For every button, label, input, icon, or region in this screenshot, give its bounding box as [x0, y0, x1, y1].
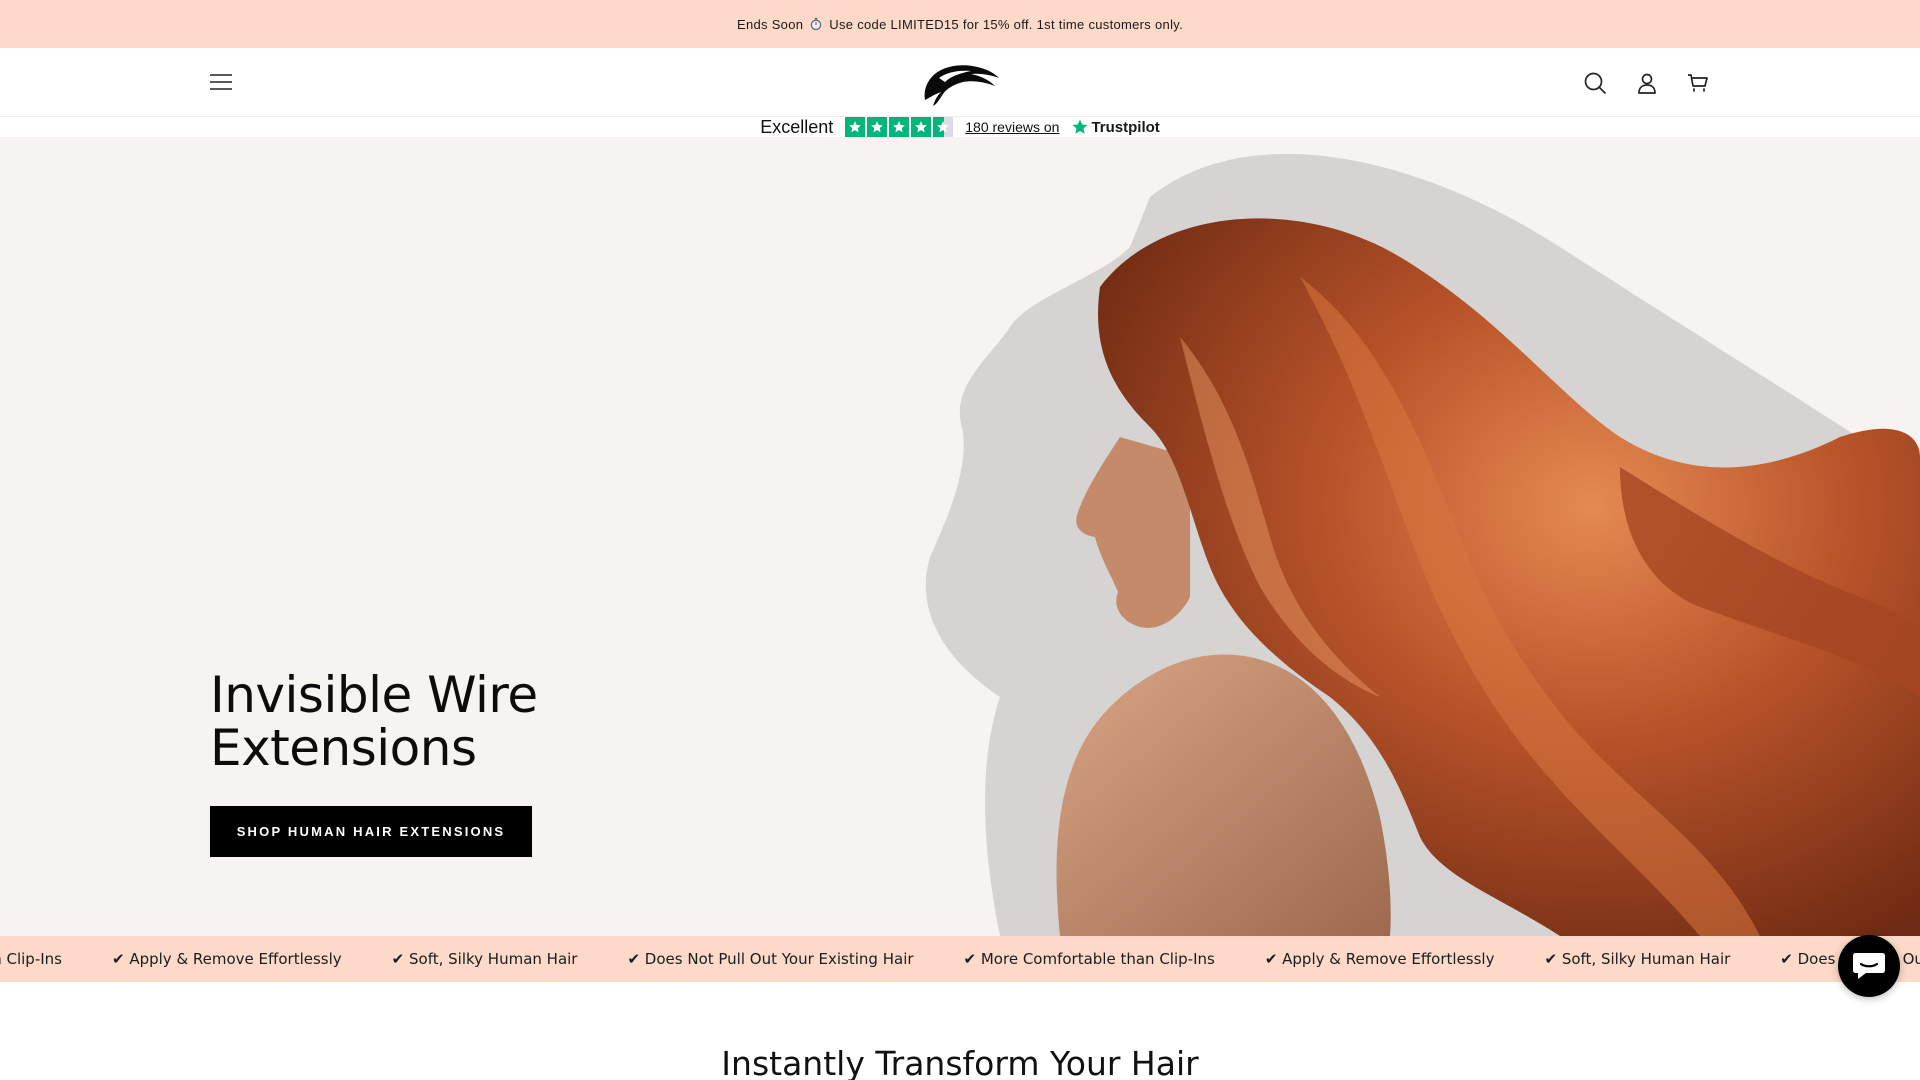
- benefits-marquee: Comfortable than Clip-Ins ✔ Apply & Remo…: [0, 936, 1920, 982]
- hero-title-line2: Extensions: [210, 719, 477, 777]
- trustpilot-stars: [845, 117, 954, 137]
- marquee-item: ✔ Does Not Pull Out Your Existing Hair: [627, 950, 914, 968]
- horse-mane-logo[interactable]: [919, 58, 1001, 108]
- hamburger-menu-icon[interactable]: [208, 70, 234, 94]
- trustpilot-widget[interactable]: Excellent 180 reviews on Trustpilot: [0, 117, 1920, 137]
- trustpilot-brand: Trustpilot: [1071, 118, 1160, 136]
- cart-icon[interactable]: [1685, 70, 1711, 96]
- section-heading: Instantly Transform Your Hair: [721, 1044, 1199, 1080]
- trustpilot-star-icon: [1072, 119, 1088, 134]
- half-star-icon: [933, 117, 954, 137]
- trustpilot-reviews-link[interactable]: 180 reviews on: [965, 119, 1059, 135]
- marquee-item: Comfortable than Clip-Ins: [0, 950, 62, 968]
- account-icon[interactable]: [1634, 70, 1660, 96]
- hero-banner: Invisible Wire Extensions SHOP HUMAN HAI…: [0, 137, 1920, 936]
- trustpilot-rating-label: Excellent: [760, 116, 834, 137]
- marquee-item: ✔ Apply & Remove Effortlessly: [1264, 950, 1495, 968]
- search-icon[interactable]: [1582, 70, 1608, 96]
- star-icon: [889, 117, 910, 137]
- marquee-item: ✔ Apply & Remove Effortlessly: [112, 950, 342, 968]
- announcement-text-before: Ends Soon: [736, 16, 804, 32]
- hero-title: Invisible Wire Extensions: [210, 669, 710, 775]
- marquee-item: ✔ Soft, Silky Human Hair: [1544, 950, 1731, 968]
- announcement-bar: Ends Soon Use code LIMITED15 for 15% off…: [0, 0, 1920, 48]
- announcement-text-after: Use code LIMITED15 for 15% off. 1st time…: [829, 16, 1184, 32]
- trustpilot-brand-name: Trustpilot: [1091, 118, 1160, 136]
- star-icon: [867, 117, 888, 137]
- hero-title-line1: Invisible Wire: [210, 666, 538, 724]
- chat-button[interactable]: [1838, 935, 1900, 997]
- star-icon: [911, 117, 932, 137]
- marquee-track: Comfortable than Clip-Ins ✔ Apply & Remo…: [0, 936, 1920, 982]
- stopwatch-icon: [811, 17, 822, 31]
- chat-bubble-icon: [1853, 953, 1885, 979]
- marquee-item: ✔ Soft, Silky Human Hair: [391, 950, 578, 968]
- star-icon: [845, 117, 866, 137]
- site-header: [0, 48, 1920, 117]
- shop-human-hair-extensions-button[interactable]: SHOP HUMAN HAIR EXTENSIONS: [210, 806, 532, 857]
- marquee-item: ✔ More Comfortable than Clip-Ins: [963, 950, 1215, 968]
